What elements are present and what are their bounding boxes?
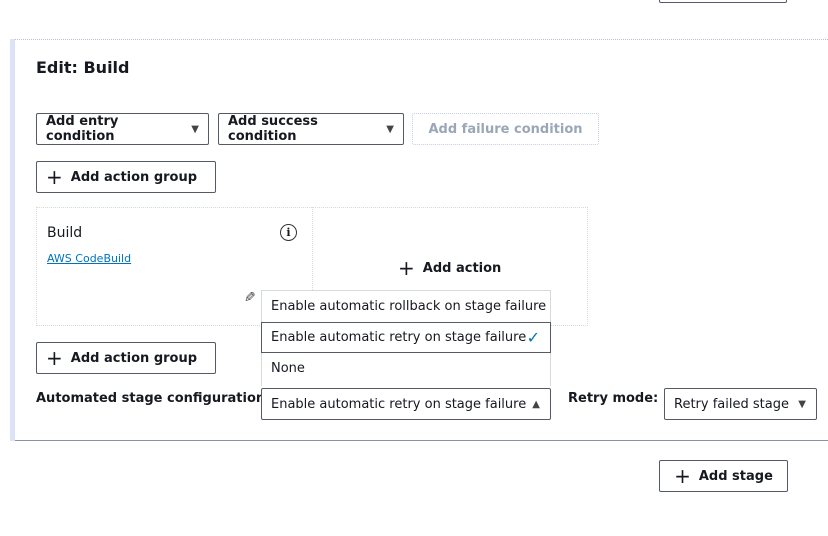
option-label: Enable automatic rollback on stage failu… <box>271 299 547 314</box>
automated-config-dropdown-menu: Enable automatic rollback on stage failu… <box>261 290 551 386</box>
add-failure-condition-button[interactable]: Add failure condition <box>412 113 599 145</box>
option-label: None <box>271 361 305 376</box>
add-entry-condition-button[interactable]: Add entry condition ▼ <box>36 113 209 145</box>
failure-condition-label: Add failure condition <box>428 121 583 137</box>
add-action-group-button-bottom[interactable]: + Add action group <box>36 342 216 374</box>
stage-accent-bar <box>10 39 15 441</box>
automated-config-value: Enable automatic retry on stage failure <box>271 396 527 412</box>
stage-title: Edit: Build <box>36 58 130 77</box>
caret-down-icon: ▼ <box>386 123 394 135</box>
action-provider-link[interactable]: AWS CodeBuild <box>47 252 131 265</box>
check-icon: ✓ <box>526 328 540 347</box>
option-rollback[interactable]: Enable automatic rollback on stage failu… <box>262 291 550 322</box>
add-action-label: Add action <box>422 260 502 276</box>
automated-config-select[interactable]: Enable automatic retry on stage failure … <box>261 388 551 420</box>
caret-down-icon: ▼ <box>798 398 806 410</box>
add-action-group-button-top[interactable]: + Add action group <box>36 161 216 193</box>
option-label: Enable automatic retry on stage failure <box>271 330 527 345</box>
success-condition-label: Add success condition <box>228 114 318 144</box>
pencil-icon[interactable]: ✎ <box>244 290 256 306</box>
add-stage-label: Add stage <box>698 468 773 484</box>
plus-icon: + <box>398 256 415 280</box>
plus-icon: + <box>46 346 63 370</box>
caret-down-icon: ▼ <box>191 123 199 135</box>
plus-icon: + <box>46 165 63 189</box>
info-icon[interactable]: i <box>280 224 297 241</box>
caret-up-icon: ▲ <box>532 398 540 410</box>
retry-mode-select[interactable]: Retry failed stage ▼ <box>664 388 817 420</box>
add-stage-button[interactable]: + Add stage <box>659 460 788 492</box>
option-none[interactable]: None <box>262 353 550 384</box>
entry-condition-label: Add entry condition <box>46 114 119 144</box>
add-action-group-label: Add action group <box>70 169 198 185</box>
add-action-group-label: Add action group <box>70 350 198 366</box>
option-retry[interactable]: Enable automatic retry on stage failure … <box>261 322 551 353</box>
retry-mode-label: Retry mode: <box>568 391 659 406</box>
add-action-button[interactable]: + Add action <box>398 258 501 278</box>
action-name: Build <box>47 225 83 241</box>
automated-config-label: Automated stage configuration: <box>36 391 271 406</box>
retry-mode-value: Retry failed stage <box>674 396 789 412</box>
previous-add-stage-button[interactable] <box>659 0 787 3</box>
plus-icon: + <box>674 464 691 488</box>
add-success-condition-button[interactable]: Add success condition ▼ <box>218 113 404 145</box>
